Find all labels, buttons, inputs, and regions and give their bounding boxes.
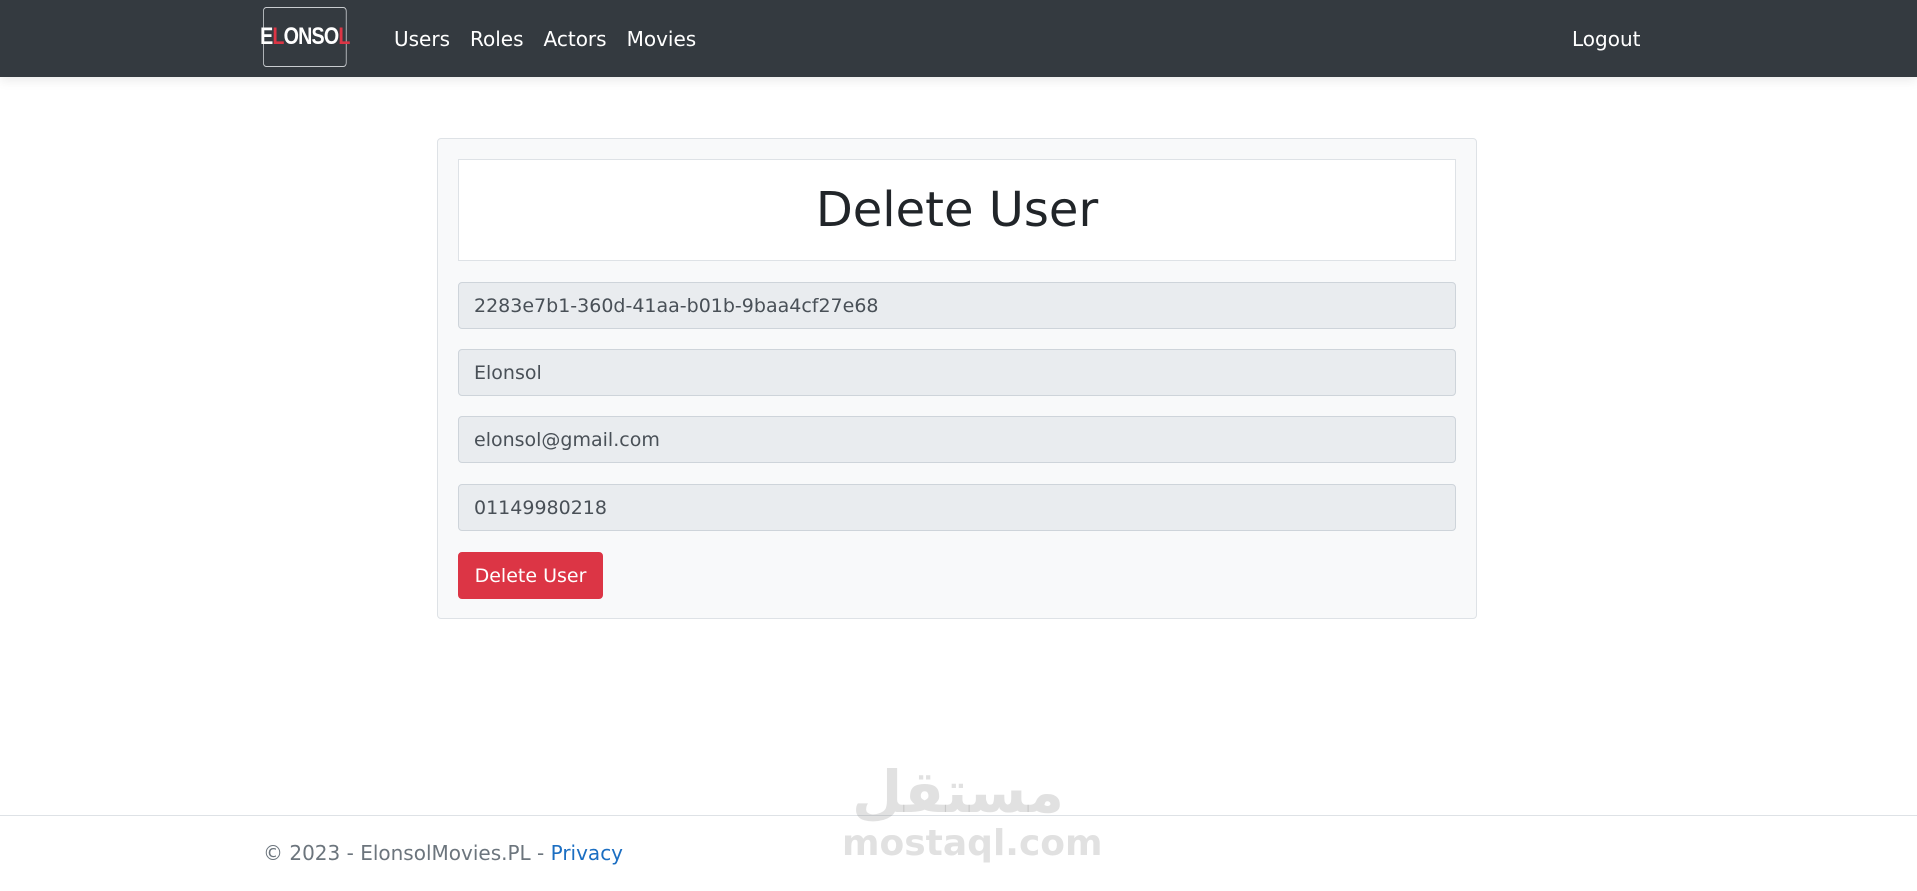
phone-field[interactable] (458, 484, 1456, 531)
nav-link-actors[interactable]: Actors (544, 27, 607, 51)
footer-text: © 2023 - ElonsolMovies.PL - Privacy (263, 841, 623, 865)
footer: © 2023 - ElonsolMovies.PL - Privacy (0, 815, 1917, 891)
title-box: Delete User (458, 159, 1456, 261)
nav-link-users[interactable]: Users (394, 27, 450, 51)
brand-letter-accent-end: L (338, 23, 350, 50)
nav-link-roles[interactable]: Roles (470, 27, 524, 51)
logout-link[interactable]: Logout (1572, 0, 1640, 77)
brand-letters: ONSO (283, 23, 339, 50)
email-field[interactable] (458, 416, 1456, 463)
navbar: E L ONSO L Users Roles Actors Movies Logout (0, 0, 1917, 77)
brand-logo[interactable]: E L ONSO L (260, 7, 350, 67)
copyright-text: © 2023 - ElonsolMovies.PL - (263, 841, 551, 865)
nav-link-movies[interactable]: Movies (627, 27, 697, 51)
privacy-link[interactable]: Privacy (551, 841, 623, 865)
brand-letter: E (260, 23, 273, 50)
brand-letter-accent: L (272, 23, 284, 50)
nav-links: Users Roles Actors Movies (394, 0, 716, 77)
delete-user-button[interactable]: Delete User (458, 552, 603, 599)
username-field[interactable] (458, 349, 1456, 396)
user-id-field[interactable] (458, 282, 1456, 329)
page-title: Delete User (815, 182, 1099, 238)
delete-user-card: Delete User Delete User (437, 138, 1477, 619)
